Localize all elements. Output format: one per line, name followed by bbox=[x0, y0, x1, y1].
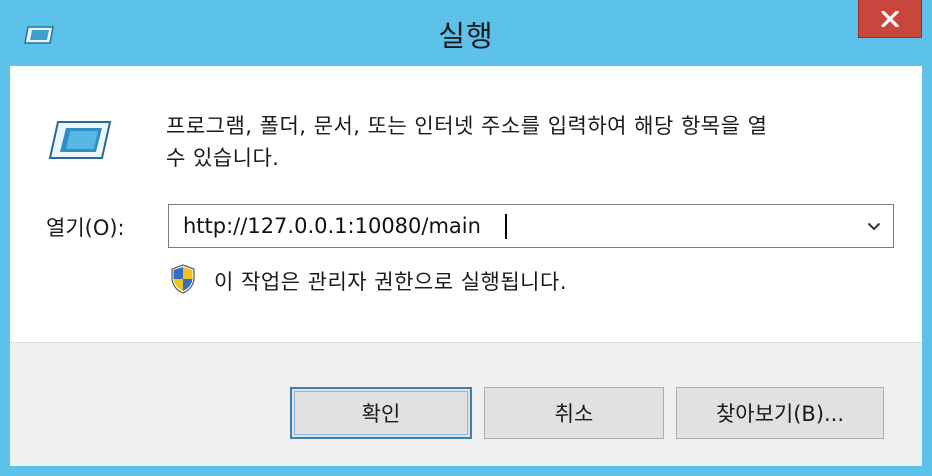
ok-button[interactable]: 확인 bbox=[290, 387, 472, 439]
open-label: 열기(O): bbox=[46, 216, 125, 240]
button-bar: 확인 취소 찾아보기(B)... bbox=[10, 342, 922, 466]
description-text: 프로그램, 폴더, 문서, 또는 인터넷 주소를 입력하여 해당 항목을 열 수… bbox=[166, 110, 906, 174]
content-area: 프로그램, 폴더, 문서, 또는 인터넷 주소를 입력하여 해당 항목을 열 수… bbox=[10, 66, 922, 342]
cancel-button[interactable]: 취소 bbox=[484, 387, 664, 439]
open-combobox[interactable] bbox=[168, 204, 894, 248]
dropdown-button[interactable] bbox=[855, 205, 893, 247]
description-line-1: 프로그램, 폴더, 문서, 또는 인터넷 주소를 입력하여 해당 항목을 열 bbox=[166, 114, 768, 138]
admin-note: 이 작업은 관리자 권한으로 실행됩니다. bbox=[214, 270, 567, 294]
run-app-icon bbox=[48, 121, 112, 159]
close-icon bbox=[881, 10, 899, 27]
text-caret bbox=[505, 214, 507, 239]
chevron-down-icon bbox=[867, 222, 881, 230]
open-input[interactable] bbox=[169, 205, 849, 247]
dialog-body: 프로그램, 폴더, 문서, 또는 인터넷 주소를 입력하여 해당 항목을 열 수… bbox=[10, 66, 922, 466]
description-line-2: 수 있습니다. bbox=[166, 146, 280, 170]
browse-button[interactable]: 찾아보기(B)... bbox=[676, 387, 884, 439]
uac-shield-icon bbox=[171, 264, 195, 294]
title-bar[interactable]: 실행 bbox=[0, 0, 932, 66]
window-title: 실행 bbox=[438, 19, 494, 53]
close-button[interactable] bbox=[858, 0, 922, 38]
run-dialog: 실행 프로그램, 폴더, 문서, 또는 인터넷 주소를 입력하여 해당 항목을 … bbox=[0, 0, 932, 476]
